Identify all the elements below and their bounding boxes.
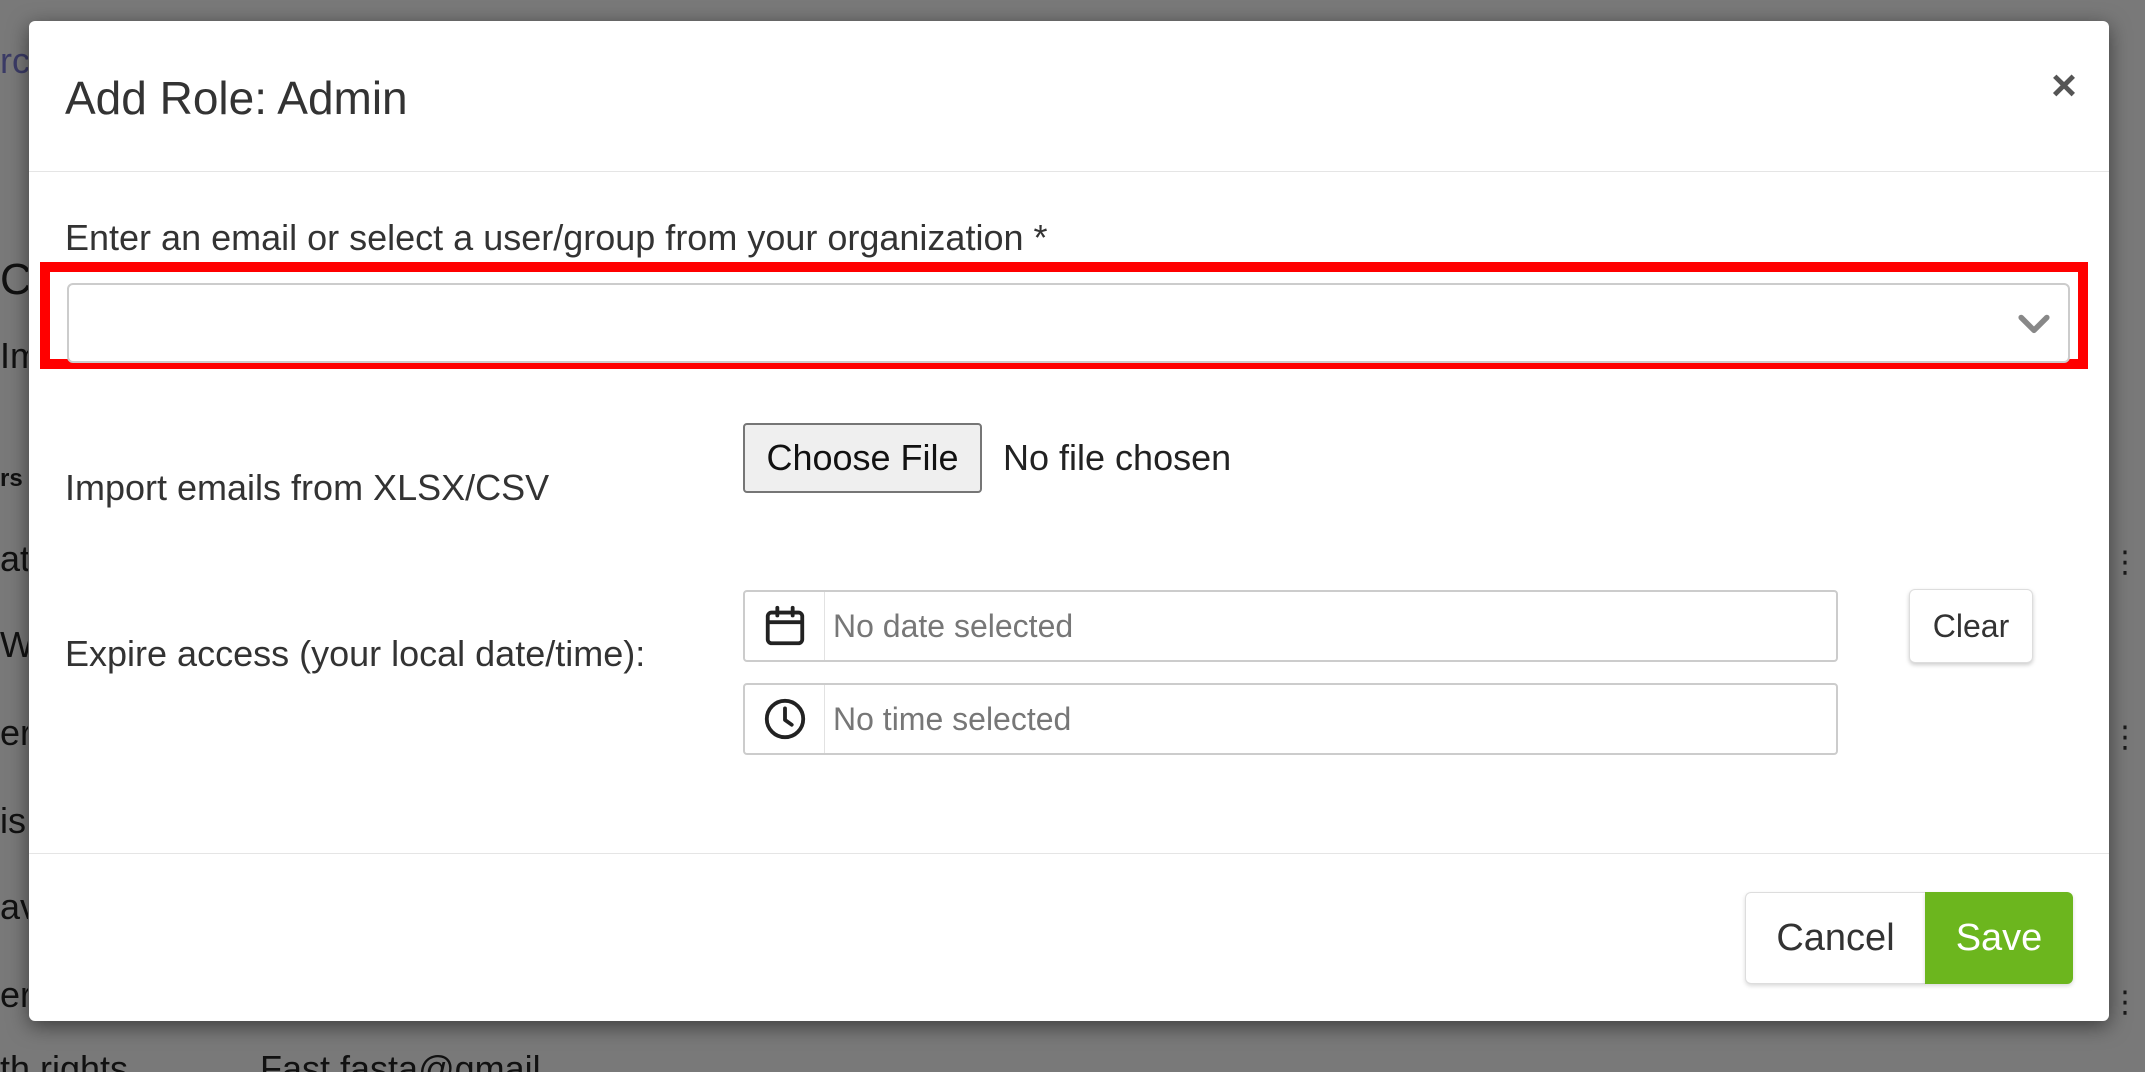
- time-picker-group[interactable]: [743, 683, 1838, 755]
- date-picker-group[interactable]: [743, 590, 1838, 662]
- clock-icon: [764, 698, 805, 740]
- date-input[interactable]: [825, 592, 1835, 660]
- email-field-label: Enter an email or select a user/group fr…: [65, 217, 1048, 258]
- clock-addon[interactable]: [745, 685, 825, 753]
- expire-access-label: Expire access (your local date/time):: [65, 633, 646, 674]
- close-button[interactable]: ×: [2039, 61, 2089, 111]
- cancel-button[interactable]: Cancel: [1745, 892, 1925, 984]
- save-button[interactable]: Save: [1925, 892, 2073, 984]
- user-group-select[interactable]: [67, 283, 2070, 363]
- calendar-icon: [765, 605, 804, 646]
- modal-title: Add Role: Admin: [65, 72, 408, 124]
- add-role-modal: Add Role: Admin × Enter an email or sele…: [29, 21, 2109, 1021]
- clear-button[interactable]: Clear: [1909, 589, 2033, 663]
- choose-file-button[interactable]: Choose File: [743, 423, 982, 493]
- calendar-addon[interactable]: [745, 592, 825, 660]
- chevron-down-icon[interactable]: [2012, 301, 2056, 345]
- import-label: Import emails from XLSX/CSV: [65, 467, 550, 508]
- modal-header: Add Role: Admin ×: [29, 21, 2109, 172]
- time-input[interactable]: [825, 685, 1835, 753]
- file-status-text: No file chosen: [1003, 437, 1232, 478]
